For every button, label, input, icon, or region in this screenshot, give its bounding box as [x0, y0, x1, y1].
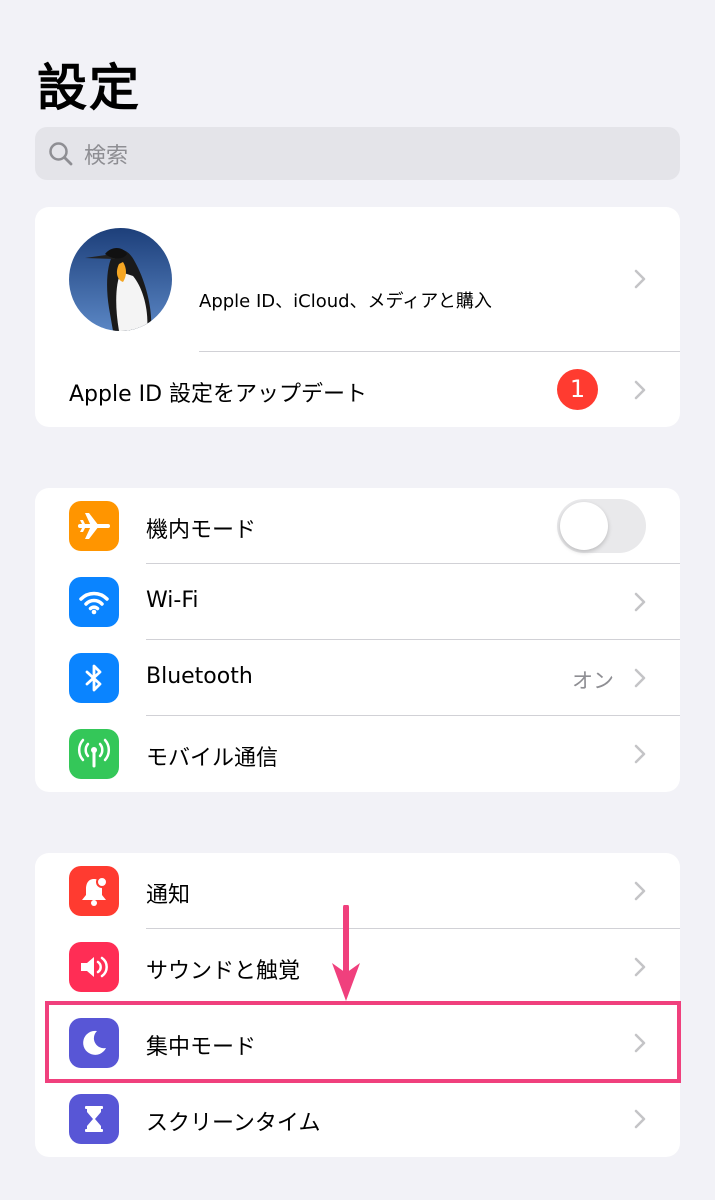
antenna-icon: [69, 729, 119, 779]
apple-id-update-row[interactable]: Apple ID 設定をアップデート 1: [35, 352, 680, 427]
speaker-icon: [69, 942, 119, 992]
notifications-label: 通知: [146, 883, 191, 908]
bluetooth-label: Bluetooth: [146, 664, 253, 689]
airplane-mode-toggle[interactable]: [557, 499, 646, 553]
profile-subtitle: Apple ID、iCloud、メディアと購入: [199, 291, 492, 312]
network-group: 機内モード Wi-Fi Bluetooth オン モバイル通信: [35, 488, 680, 792]
airplane-mode-row[interactable]: 機内モード: [35, 488, 680, 564]
screen-time-row[interactable]: スクリーンタイム: [35, 1081, 680, 1157]
chevron-right-icon: [634, 380, 646, 400]
wifi-icon: [69, 577, 119, 627]
chevron-right-icon: [634, 1109, 646, 1129]
search-placeholder: 検索: [84, 143, 129, 169]
chevron-right-icon: [634, 744, 646, 764]
screen-time-label: スクリーンタイム: [146, 1111, 321, 1136]
search-icon: [49, 141, 73, 165]
wifi-label: Wi-Fi: [146, 588, 199, 613]
avatar: [69, 228, 172, 331]
cellular-label: モバイル通信: [146, 746, 279, 771]
chevron-right-icon: [634, 957, 646, 977]
bluetooth-status: オン: [572, 669, 614, 693]
update-label: Apple ID 設定をアップデート: [69, 382, 368, 407]
airplane-mode-label: 機内モード: [146, 518, 257, 543]
pointer-arrow-icon: [332, 905, 360, 1001]
chevron-right-icon: [634, 668, 646, 688]
page-title: 設定: [37, 59, 141, 117]
notification-badge: 1: [557, 369, 598, 410]
toggle-knob: [560, 502, 608, 550]
bluetooth-icon: [69, 653, 119, 703]
profile-group: Apple ID、iCloud、メディアと購入 Apple ID 設定をアップデ…: [35, 207, 680, 427]
sounds-label: サウンドと触覚: [146, 959, 301, 984]
bluetooth-row[interactable]: Bluetooth オン: [35, 640, 680, 716]
focus-highlight-box: [45, 1001, 681, 1083]
apple-id-row[interactable]: Apple ID、iCloud、メディアと購入: [35, 207, 680, 351]
chevron-right-icon: [634, 881, 646, 901]
bell-icon: [69, 866, 119, 916]
airplane-icon: [69, 501, 119, 551]
wifi-row[interactable]: Wi-Fi: [35, 564, 680, 640]
chevron-right-icon: [634, 592, 646, 612]
cellular-row[interactable]: モバイル通信: [35, 716, 680, 792]
hourglass-icon: [69, 1094, 119, 1144]
search-field[interactable]: 検索: [35, 127, 680, 180]
chevron-right-icon: [634, 269, 646, 289]
